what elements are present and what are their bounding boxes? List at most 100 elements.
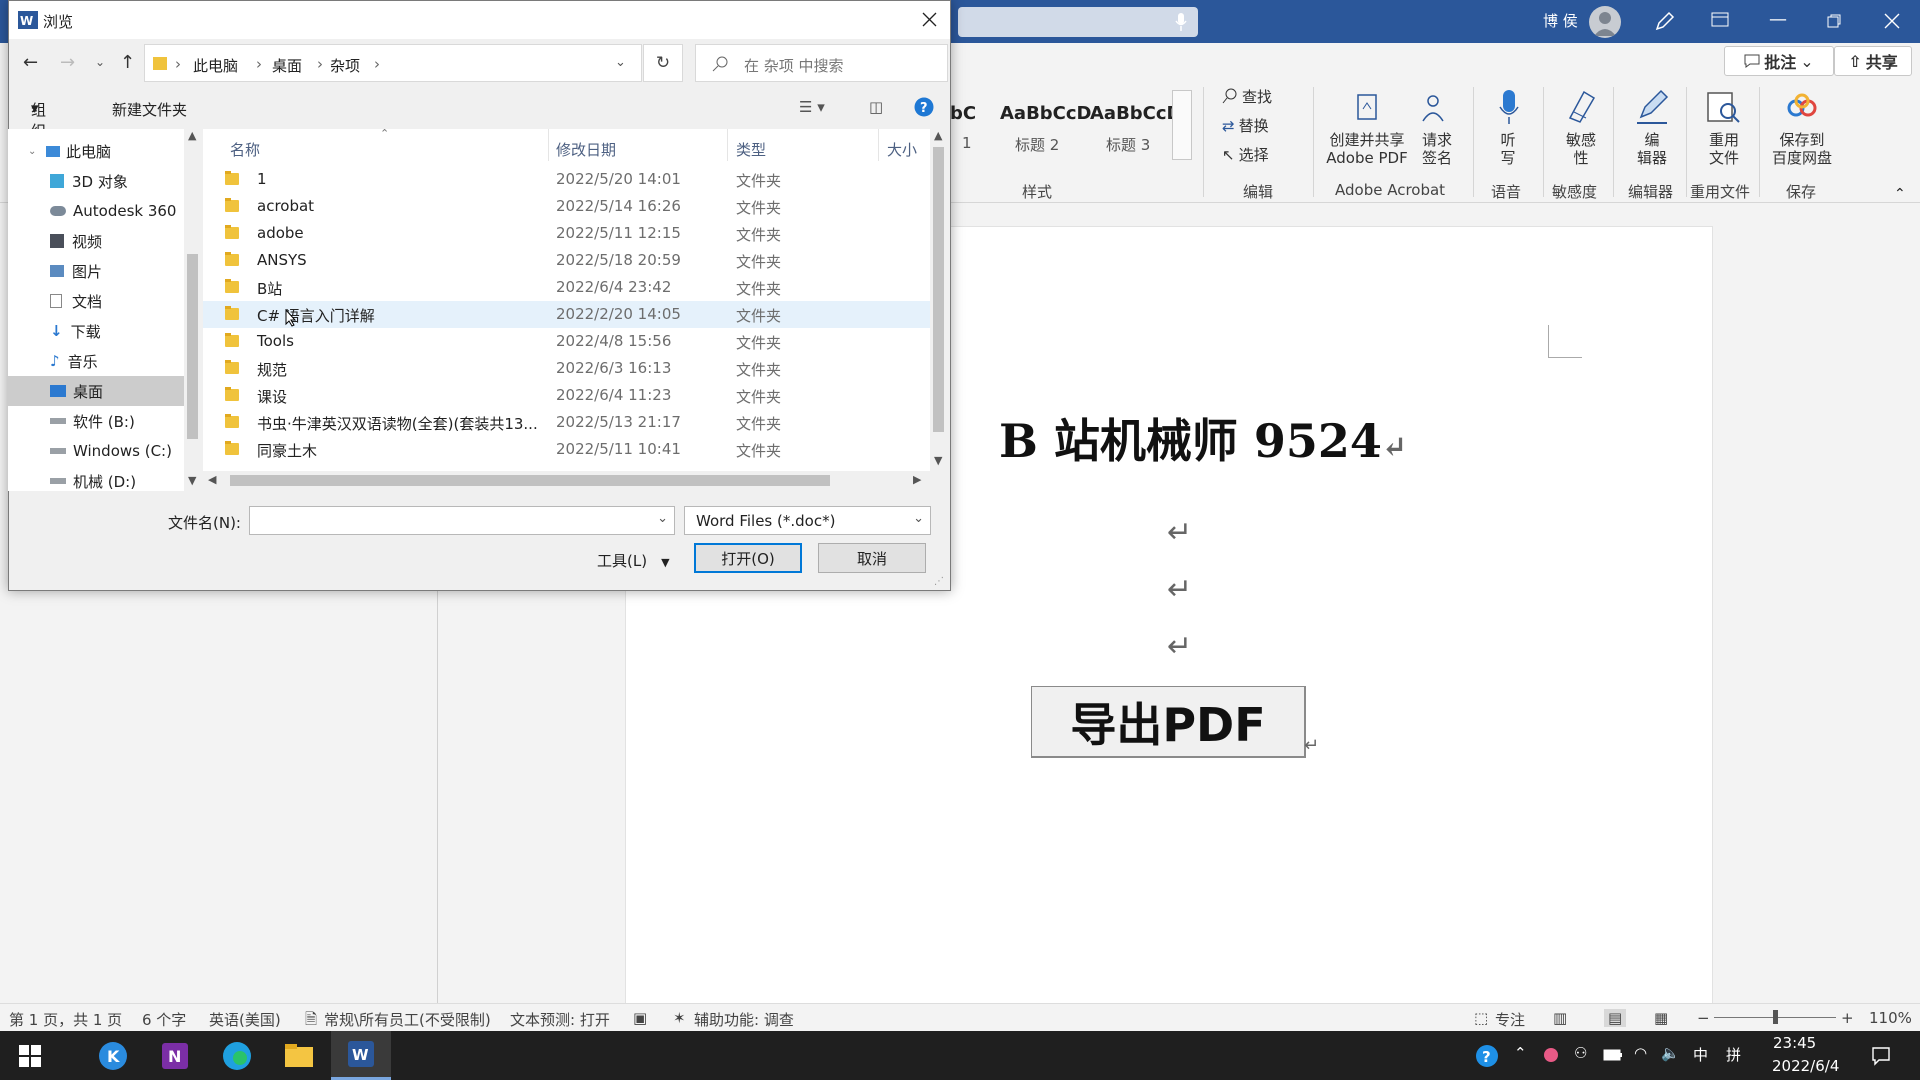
dictate-button[interactable]: 听 写 — [1490, 131, 1526, 167]
microphone-tray-icon[interactable]: ⚇ — [1574, 1044, 1587, 1062]
style-heading3-sample[interactable]: AaBbCcD — [1090, 103, 1182, 124]
start-button[interactable] — [0, 1031, 60, 1080]
up-arrow-icon[interactable]: ↑ — [120, 52, 135, 73]
filetype-select[interactable]: Word Files (*.doc*) ⌄ — [684, 506, 931, 535]
nav-item-downloads[interactable]: ↓ 下载 — [8, 316, 201, 346]
back-arrow-icon[interactable]: ← — [23, 52, 38, 73]
collapse-ribbon-icon[interactable]: ⌃ — [1894, 186, 1906, 202]
scroll-down-icon[interactable]: ▼ — [188, 474, 196, 487]
clock-time[interactable]: 23:45 — [1773, 1034, 1816, 1052]
nav-scrollbar[interactable]: ▲ ▼ — [184, 129, 201, 491]
taskbar-word[interactable]: W — [331, 1031, 391, 1080]
search-input[interactable]: 在 杂项 中搜索 — [695, 44, 948, 82]
list-item[interactable]: Tools 2022/4/8 15:56 文件夹 — [203, 328, 930, 355]
preview-pane-icon[interactable]: ◫ — [869, 98, 883, 116]
breadcrumb-pc[interactable]: 此电脑 — [193, 55, 238, 76]
web-layout-icon[interactable]: ▦ — [1654, 1009, 1668, 1027]
zoom-level[interactable]: 110% — [1869, 1009, 1912, 1027]
recent-locations-icon[interactable]: ⌄ — [95, 55, 105, 69]
column-size[interactable]: 大小 — [887, 139, 917, 160]
editor-button[interactable]: 编 辑器 — [1628, 131, 1676, 167]
list-item[interactable]: 课设 2022/6/4 11:23 文件夹 — [203, 382, 930, 409]
view-options-icon[interactable]: ☰ ▾ — [799, 98, 825, 116]
scroll-right-icon[interactable]: ▶ — [913, 473, 921, 486]
scroll-left-icon[interactable]: ◀ — [208, 473, 216, 486]
notification-icon[interactable] — [1871, 1046, 1891, 1066]
list-item[interactable]: 规范 2022/6/3 16:13 文件夹 — [203, 355, 930, 382]
nav-item-drive-c[interactable]: Windows (C:) — [8, 436, 201, 466]
column-separator[interactable] — [548, 129, 549, 161]
reuse-files-button[interactable]: 重用 文件 — [1700, 131, 1748, 167]
read-mode-icon[interactable]: ▥ — [1553, 1009, 1567, 1027]
cancel-button[interactable]: 取消 — [818, 543, 926, 573]
list-horizontal-scrollbar[interactable]: ◀ ▶ — [203, 471, 930, 491]
status-language[interactable]: 英语(美国) — [209, 1009, 281, 1030]
nav-item-drive-d[interactable]: 机械 (D:) — [8, 466, 201, 491]
chevron-down-icon[interactable]: ⌄ — [657, 511, 668, 526]
scroll-down-icon[interactable]: ▼ — [934, 454, 942, 467]
nav-item-pictures[interactable]: 图片 — [8, 256, 201, 286]
zoom-out-icon[interactable]: − — [1697, 1009, 1710, 1027]
styles-scroll[interactable] — [1172, 90, 1192, 160]
nav-item-drive-b[interactable]: 软件 (B:) — [8, 406, 201, 436]
taskbar-app-k[interactable]: K — [83, 1031, 143, 1080]
list-item[interactable]: 同豪土木 2022/5/11 10:41 文件夹 — [203, 436, 930, 463]
microphone-icon[interactable] — [1174, 12, 1188, 32]
organize-menu[interactable]: 组织 ▾ — [31, 99, 46, 140]
list-item[interactable]: 书虫·牛津英汉双语读物(全套)(套装共13... 2022/5/13 21:17 文… — [203, 409, 930, 436]
status-words[interactable]: 6 个字 — [142, 1009, 186, 1030]
column-separator[interactable] — [727, 129, 728, 161]
macro-icon[interactable]: ▣ — [633, 1009, 647, 1027]
find-button[interactable]: 查找 — [1222, 88, 1272, 106]
battery-icon[interactable] — [1603, 1049, 1623, 1061]
breadcrumb-desktop[interactable]: 桌面 — [272, 55, 302, 76]
status-focus[interactable]: 专注 — [1495, 1009, 1525, 1030]
list-item[interactable]: 1 2022/5/20 14:01 文件夹 — [203, 166, 930, 193]
restore-icon[interactable] — [1827, 14, 1841, 28]
word-search-box[interactable] — [958, 7, 1198, 37]
zoom-thumb[interactable] — [1773, 1010, 1778, 1024]
column-name[interactable]: 名称 — [230, 139, 260, 160]
replace-button[interactable]: ⇄ 替换 — [1222, 117, 1269, 135]
scroll-thumb[interactable] — [933, 147, 944, 432]
help-icon[interactable]: ? — [914, 97, 934, 117]
status-prediction[interactable]: 文本预测: 打开 — [510, 1009, 610, 1030]
ime-indicator[interactable]: 中 — [1693, 1044, 1708, 1065]
pen-icon[interactable] — [1654, 10, 1676, 32]
forward-arrow-icon[interactable]: → — [60, 52, 75, 73]
user-name[interactable]: 博 侯 — [1543, 10, 1578, 31]
address-bar[interactable]: › 此电脑 › 桌面 › 杂项 › ⌄ — [144, 44, 642, 82]
taskbar-onenote[interactable]: N — [145, 1031, 205, 1080]
scroll-thumb[interactable] — [187, 254, 198, 439]
wifi-icon[interactable]: ◠ — [1634, 1044, 1647, 1062]
comments-button[interactable]: 批注 ⌄ — [1724, 46, 1834, 76]
sensitivity-button[interactable]: 敏感 性 — [1557, 131, 1605, 167]
clock-date[interactable]: 2022/6/4 — [1772, 1057, 1839, 1075]
list-item[interactable]: acrobat 2022/5/14 16:26 文件夹 — [203, 193, 930, 220]
column-separator[interactable] — [878, 129, 879, 161]
zoom-in-icon[interactable]: + — [1841, 1009, 1854, 1027]
document-title[interactable]: B 站机械师 9524↵ — [999, 405, 1407, 471]
list-item[interactable]: adobe 2022/5/11 12:15 文件夹 — [203, 220, 930, 247]
address-dropdown-icon[interactable]: ⌄ — [615, 55, 626, 70]
new-folder-button[interactable]: 新建文件夹 — [112, 99, 187, 120]
request-sign-button[interactable]: 请求 签名 — [1412, 131, 1462, 167]
show-hidden-icons[interactable]: ⌃ — [1514, 1044, 1527, 1062]
list-item[interactable]: B站 2022/6/4 23:42 文件夹 — [203, 274, 930, 301]
scroll-up-icon[interactable]: ▲ — [934, 129, 942, 142]
help-icon[interactable]: ? — [1475, 1044, 1499, 1068]
minimize-icon[interactable]: — — [1769, 9, 1787, 30]
flower-tray-icon[interactable] — [1542, 1046, 1560, 1064]
open-button[interactable]: 打开(O) — [694, 543, 802, 573]
save-baidu-button[interactable]: 保存到 百度网盘 — [1766, 131, 1838, 167]
nav-item-music[interactable]: ♪ 音乐 — [8, 346, 201, 376]
scroll-up-icon[interactable]: ▲ — [188, 129, 196, 142]
close-icon[interactable] — [1884, 13, 1900, 29]
nav-item-this-pc[interactable]: ⌄ 此电脑 — [8, 136, 201, 166]
volume-icon[interactable]: 🔈 — [1661, 1044, 1680, 1062]
scroll-thumb[interactable] — [230, 475, 830, 486]
select-button[interactable]: ↖ 选择 — [1222, 146, 1269, 164]
nav-item-autodesk[interactable]: Autodesk 360 — [8, 196, 201, 226]
export-pdf-button[interactable]: 导出PDF — [1031, 686, 1306, 758]
create-share-pdf-button[interactable]: 创建并共享 Adobe PDF — [1323, 131, 1411, 167]
